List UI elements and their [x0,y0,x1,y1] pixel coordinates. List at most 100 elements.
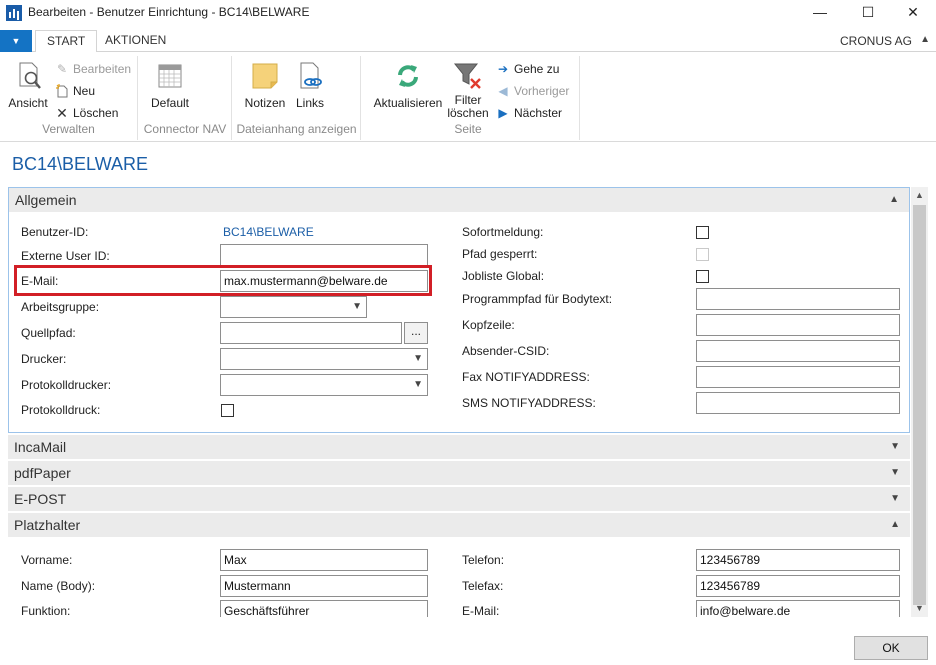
vorname-field[interactable]: Max [220,549,428,571]
chevron-down-icon[interactable]: ▼ [352,297,362,317]
ansicht-label: Ansicht [8,96,48,110]
app-icon [6,5,22,21]
programmpfad-bodytext-field[interactable] [696,288,900,310]
jobliste-global-checkbox[interactable] [696,270,709,283]
scroll-up-icon[interactable]: ▲ [911,187,928,203]
label-telefon: Telefon: [462,553,505,567]
name-body-field[interactable]: Mustermann [220,575,428,597]
view-icon [12,60,44,92]
section-title-allgemein: Allgemein [15,192,77,208]
arbeitsgruppe-select[interactable]: ▼ [220,296,367,318]
kopfzeile-field[interactable] [696,314,900,336]
chevron-down-icon[interactable]: ▼ [890,487,900,511]
absender-csid-field[interactable] [696,340,900,362]
quellpfad-browse-button[interactable]: ... [404,322,428,344]
triangle-right-icon: ▶ [498,106,508,120]
label-jobliste-global: Jobliste Global: [462,269,545,283]
label-drucker: Drucker: [21,352,67,366]
ansicht-button[interactable]: Ansicht [6,60,50,110]
label-pfad-gesperrt: Pfad gesperrt: [462,247,538,261]
default-button[interactable]: Default [149,60,191,110]
sofortmeldung-checkbox[interactable] [696,226,709,239]
value-benutzer-id[interactable]: BC14\BELWARE [223,225,314,239]
company-name[interactable]: CRONUS AG [840,34,912,48]
neu-button[interactable]: Neu [55,83,95,99]
notizen-button[interactable]: Notizen [243,60,287,110]
filter-loeschen-label-2: löschen [447,106,489,120]
protokolldrucker-select[interactable]: ▼ [220,374,428,396]
chevron-down-icon[interactable]: ▼ [413,375,423,395]
label-telefax: Telefax: [462,579,504,593]
loeschen-label: Löschen [73,106,119,120]
links-label: Links [295,96,324,110]
label-quellpfad: Quellpfad: [21,326,76,340]
section-title-pdfpaper: pdfPaper [14,465,71,481]
section-title-incamail: IncaMail [14,439,67,455]
ribbon-tab-bar: ▼ START AKTIONEN CRONUS AG ▲ [0,30,936,53]
quellpfad-field[interactable] [220,322,402,344]
title-bar: Bearbeiten - Benutzer Einrichtung - BC14… [0,0,936,26]
label-fax-notifyaddress: Fax NOTIFYADDRESS: [462,370,590,384]
links-button[interactable]: Links [291,60,329,110]
close-button[interactable]: ✕ [890,0,936,26]
label-vorname: Vorname: [21,553,73,567]
label-benutzer-id: Benutzer-ID: [21,225,89,239]
vertical-scrollbar[interactable]: ▲ ▼ [911,187,928,617]
group-label-connector-nav: Connector NAV [143,122,227,136]
new-document-icon [55,84,69,98]
app-menu-button[interactable]: ▼ [0,30,32,52]
vorheriger-button[interactable]: ◀ Vorheriger [496,83,569,99]
section-header-pdfpaper[interactable]: pdfPaper ▼ [8,461,910,485]
content-area: Allgemein ▲ Benutzer-ID: BC14\BELWARE Ex… [8,187,910,617]
arrow-right-icon: ➔ [497,62,509,76]
ok-button[interactable]: OK [854,636,928,660]
chevron-down-icon[interactable]: ▼ [413,349,423,369]
chevron-down-icon[interactable]: ▼ [890,461,900,485]
tab-aktionen[interactable]: AKTIONEN [94,30,177,52]
link-document-icon [294,60,326,92]
chevron-up-icon[interactable]: ▲ [889,188,899,212]
sms-notifyaddress-field[interactable] [696,392,900,414]
externe-user-id-field[interactable] [220,244,428,266]
naechster-button[interactable]: ▶ Nächster [496,105,562,121]
aktualisieren-label: Aktualisieren [373,96,443,110]
minimize-button[interactable]: — [797,0,843,26]
chevron-down-icon[interactable]: ▼ [890,435,900,459]
pfad-gesperrt-checkbox [696,248,709,261]
section-header-platzhalter[interactable]: Platzhalter ▲ [8,513,910,537]
bearbeiten-button[interactable]: ✎ Bearbeiten [55,61,131,77]
chevron-up-icon[interactable]: ▲ [920,34,930,45]
group-label-seite: Seite [454,122,482,136]
label-protokolldruck: Protokolldruck: [21,403,101,417]
section-header-allgemein[interactable]: Allgemein ▲ [9,188,909,212]
tab-start[interactable]: START [35,30,98,53]
scrollbar-thumb[interactable] [913,205,926,605]
triangle-left-icon: ◀ [498,84,508,98]
telefon-field[interactable]: 123456789 [696,549,900,571]
section-header-epost[interactable]: E-POST ▼ [8,487,910,511]
chevron-up-icon[interactable]: ▲ [890,513,900,537]
email-highlight-frame [14,265,432,296]
vorheriger-label: Vorheriger [514,84,570,98]
scroll-down-icon[interactable]: ▼ [911,600,928,616]
maximize-button[interactable]: ☐ [845,0,891,26]
note-icon [249,60,281,92]
drucker-select[interactable]: ▼ [220,348,428,370]
platzhalter-email-field[interactable]: info@belware.de [696,600,900,617]
telefax-field[interactable]: 123456789 [696,575,900,597]
fax-notifyaddress-field[interactable] [696,366,900,388]
filter-clear-icon [452,60,484,92]
group-connector-nav: Default Connector NAV [139,56,232,140]
aktualisieren-button[interactable]: Aktualisieren [372,60,444,110]
gehe-zu-button[interactable]: ➔ Gehe zu [496,61,559,77]
protokolldruck-checkbox[interactable] [221,404,234,417]
label-name-body: Name (Body): [21,579,96,593]
loeschen-button[interactable]: ✕ Löschen [55,105,118,121]
funktion-field[interactable]: Geschäftsführer [220,600,428,617]
group-seite: Aktualisieren Filter löschen ➔ Gehe zu ◀… [362,56,580,140]
filter-loeschen-button[interactable]: Filter löschen [446,60,490,120]
section-header-incamail[interactable]: IncaMail ▼ [8,435,910,459]
label-kopfzeile: Kopfzeile: [462,318,515,332]
ribbon: Ansicht ✎ Bearbeiten Neu ✕ Löschen Verwa… [0,52,936,142]
gehe-zu-label: Gehe zu [514,62,560,76]
